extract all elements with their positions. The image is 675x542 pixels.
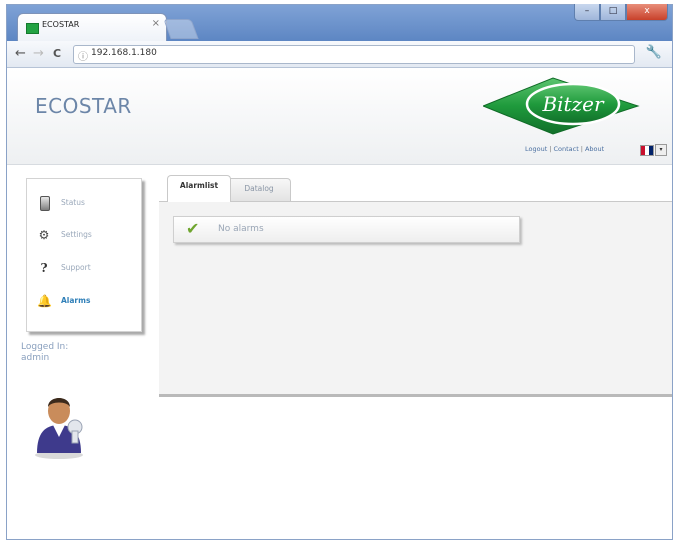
browser-window: ECOSTAR × – □ x ← → C ⓘ 192.168.1.180 🔧 … xyxy=(6,4,673,540)
top-links: Logout | Contact | About xyxy=(525,145,604,153)
content-panel: Alarmlist Datalog ✔ No alarms xyxy=(159,172,672,399)
contact-link[interactable]: Contact xyxy=(553,145,578,153)
language-flag-icon[interactable] xyxy=(640,145,654,156)
checkmark-icon: ✔ xyxy=(186,219,200,238)
reload-button[interactable]: C xyxy=(53,46,61,62)
close-window-button[interactable]: x xyxy=(626,4,668,21)
url-text: 192.168.1.180 xyxy=(91,48,157,58)
browser-tab[interactable]: ECOSTAR × xyxy=(17,13,167,42)
new-tab-button[interactable] xyxy=(163,19,199,39)
alarm-icon: 🔔 xyxy=(37,294,52,308)
logged-in-info: Logged In: admin xyxy=(21,342,68,364)
alarm-status-box: ✔ No alarms xyxy=(173,216,520,243)
app-title: ECOSTAR xyxy=(35,94,132,118)
page-info-icon: ⓘ xyxy=(78,52,88,63)
tab-alarmlist[interactable]: Alarmlist xyxy=(167,175,231,202)
logged-in-label: Logged In: xyxy=(21,342,69,352)
sidebar-item-status[interactable]: Status xyxy=(27,191,141,217)
logout-link[interactable]: Logout xyxy=(525,145,547,153)
page-header: ECOSTAR Bitzer Logout | Contact | About ▾ xyxy=(7,68,672,165)
maximize-button[interactable]: □ xyxy=(600,4,626,21)
window-controls: – □ x xyxy=(574,4,668,22)
about-link[interactable]: About xyxy=(585,145,604,153)
minimize-button[interactable]: – xyxy=(574,4,600,21)
title-bar: ECOSTAR × – □ x xyxy=(7,4,672,42)
sidebar-item-label: Support xyxy=(61,263,91,272)
alarm-message: No alarms xyxy=(218,224,264,234)
link-separator: | xyxy=(549,145,552,153)
address-bar[interactable]: ⓘ 192.168.1.180 xyxy=(73,45,635,64)
link-separator: | xyxy=(580,145,583,153)
content-tabs: Alarmlist Datalog xyxy=(159,172,672,202)
back-button[interactable]: ← xyxy=(15,46,26,62)
forward-button[interactable]: → xyxy=(33,46,44,62)
sidebar-item-label: Alarms xyxy=(61,296,91,305)
sidebar-item-settings[interactable]: ⚙ Settings xyxy=(27,223,141,249)
language-dropdown-button[interactable]: ▾ xyxy=(655,144,667,156)
status-icon xyxy=(40,196,50,211)
sidebar-item-support[interactable]: ? Support xyxy=(27,256,141,282)
tab-close-button[interactable]: × xyxy=(152,18,160,29)
question-icon: ? xyxy=(40,261,48,275)
gear-icon: ⚙ xyxy=(38,228,50,242)
web-page: ECOSTAR Bitzer Logout | Contact | About ▾ xyxy=(7,68,672,539)
logged-in-user: admin xyxy=(21,353,50,363)
alarm-list-panel: ✔ No alarms xyxy=(159,201,672,397)
sidebar-item-label: Status xyxy=(61,198,85,207)
tab-title: ECOSTAR xyxy=(42,20,80,29)
browser-toolbar: ← → C ⓘ 192.168.1.180 🔧 xyxy=(7,41,672,68)
tab-datalog[interactable]: Datalog xyxy=(227,178,291,201)
sidebar-item-label: Settings xyxy=(61,230,92,239)
bitzer-logo: Bitzer xyxy=(483,77,640,135)
favicon-icon xyxy=(26,23,39,34)
user-avatar-icon xyxy=(35,398,83,459)
sidebar-item-alarms[interactable]: 🔔 Alarms xyxy=(27,289,141,315)
sidebar-nav: Status ⚙ Settings ? Support 🔔 Alarms xyxy=(26,178,142,332)
logo-text: Bitzer xyxy=(541,92,605,116)
wrench-menu-icon[interactable]: 🔧 xyxy=(646,45,662,60)
